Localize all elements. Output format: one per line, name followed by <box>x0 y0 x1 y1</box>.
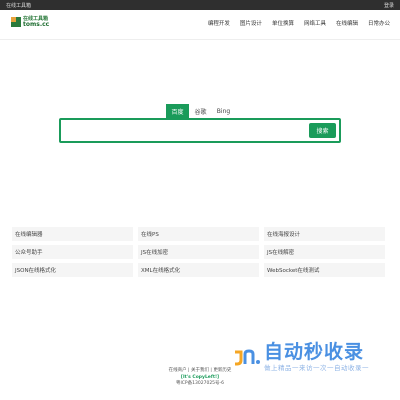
icp-number[interactable]: 粤ICP备13027025号-6 <box>0 381 400 388</box>
nav-item-image-design[interactable]: 图片设计 <box>240 19 262 27</box>
tool-link[interactable]: WebSocket在线测试 <box>264 263 385 277</box>
search-input[interactable] <box>63 122 311 139</box>
footer: 在线商户 | 关于我们 | 更新历史 [It's CopyLeft!] 粤ICP… <box>0 368 400 388</box>
logo-icon <box>11 17 21 27</box>
tool-links-grid: 在线编辑器 在线PS 在线海报设计 公众号助手 JS在线加密 JS在线解密 JS… <box>12 227 386 277</box>
nav-item-programming[interactable]: 编程开发 <box>208 19 230 27</box>
header: 在线工具箱 toms.cc 编程开发 图片设计 单位换算 网络工具 在线编辑 日… <box>0 10 400 40</box>
nav-item-online-editing[interactable]: 在线编辑 <box>336 19 358 27</box>
top-bar: 在线工具箱 登录 <box>0 0 400 10</box>
nav-item-network-tools[interactable]: 网络工具 <box>304 19 326 27</box>
tab-google[interactable]: 谷歌 <box>189 104 212 118</box>
logo-domain: toms.cc <box>23 21 50 28</box>
tool-link[interactable]: 公众号助手 <box>12 245 133 259</box>
tab-baidu[interactable]: 百度 <box>166 104 189 118</box>
main-nav: 编程开发 图片设计 单位换算 网络工具 在线编辑 日常办公 <box>208 19 390 27</box>
tool-link[interactable]: XML在线格式化 <box>138 263 259 277</box>
site-logo[interactable]: 在线工具箱 toms.cc <box>11 16 49 28</box>
tool-link[interactable]: 在线PS <box>138 227 259 241</box>
watermark-title: 自动秒收录 <box>264 341 365 363</box>
tool-link[interactable]: JS在线解密 <box>264 245 385 259</box>
site-name-label: 在线工具箱 <box>6 2 32 9</box>
tool-link[interactable]: 在线编辑器 <box>12 227 133 241</box>
tab-bing[interactable]: Bing <box>212 104 235 118</box>
tool-link[interactable]: JS在线加密 <box>138 245 259 259</box>
login-link[interactable]: 登录 <box>384 2 394 9</box>
nav-item-unit-conversion[interactable]: 单位换算 <box>272 19 294 27</box>
nav-item-office[interactable]: 日常办公 <box>368 19 390 27</box>
tool-link[interactable]: 在线海报设计 <box>264 227 385 241</box>
search-box: 搜索 <box>59 118 341 143</box>
watermark-logo-icon <box>235 349 260 366</box>
tool-link[interactable]: JSON在线格式化 <box>12 263 133 277</box>
search-button[interactable]: 搜索 <box>309 123 336 138</box>
search-engine-tabs: 百度 谷歌 Bing <box>166 104 235 118</box>
